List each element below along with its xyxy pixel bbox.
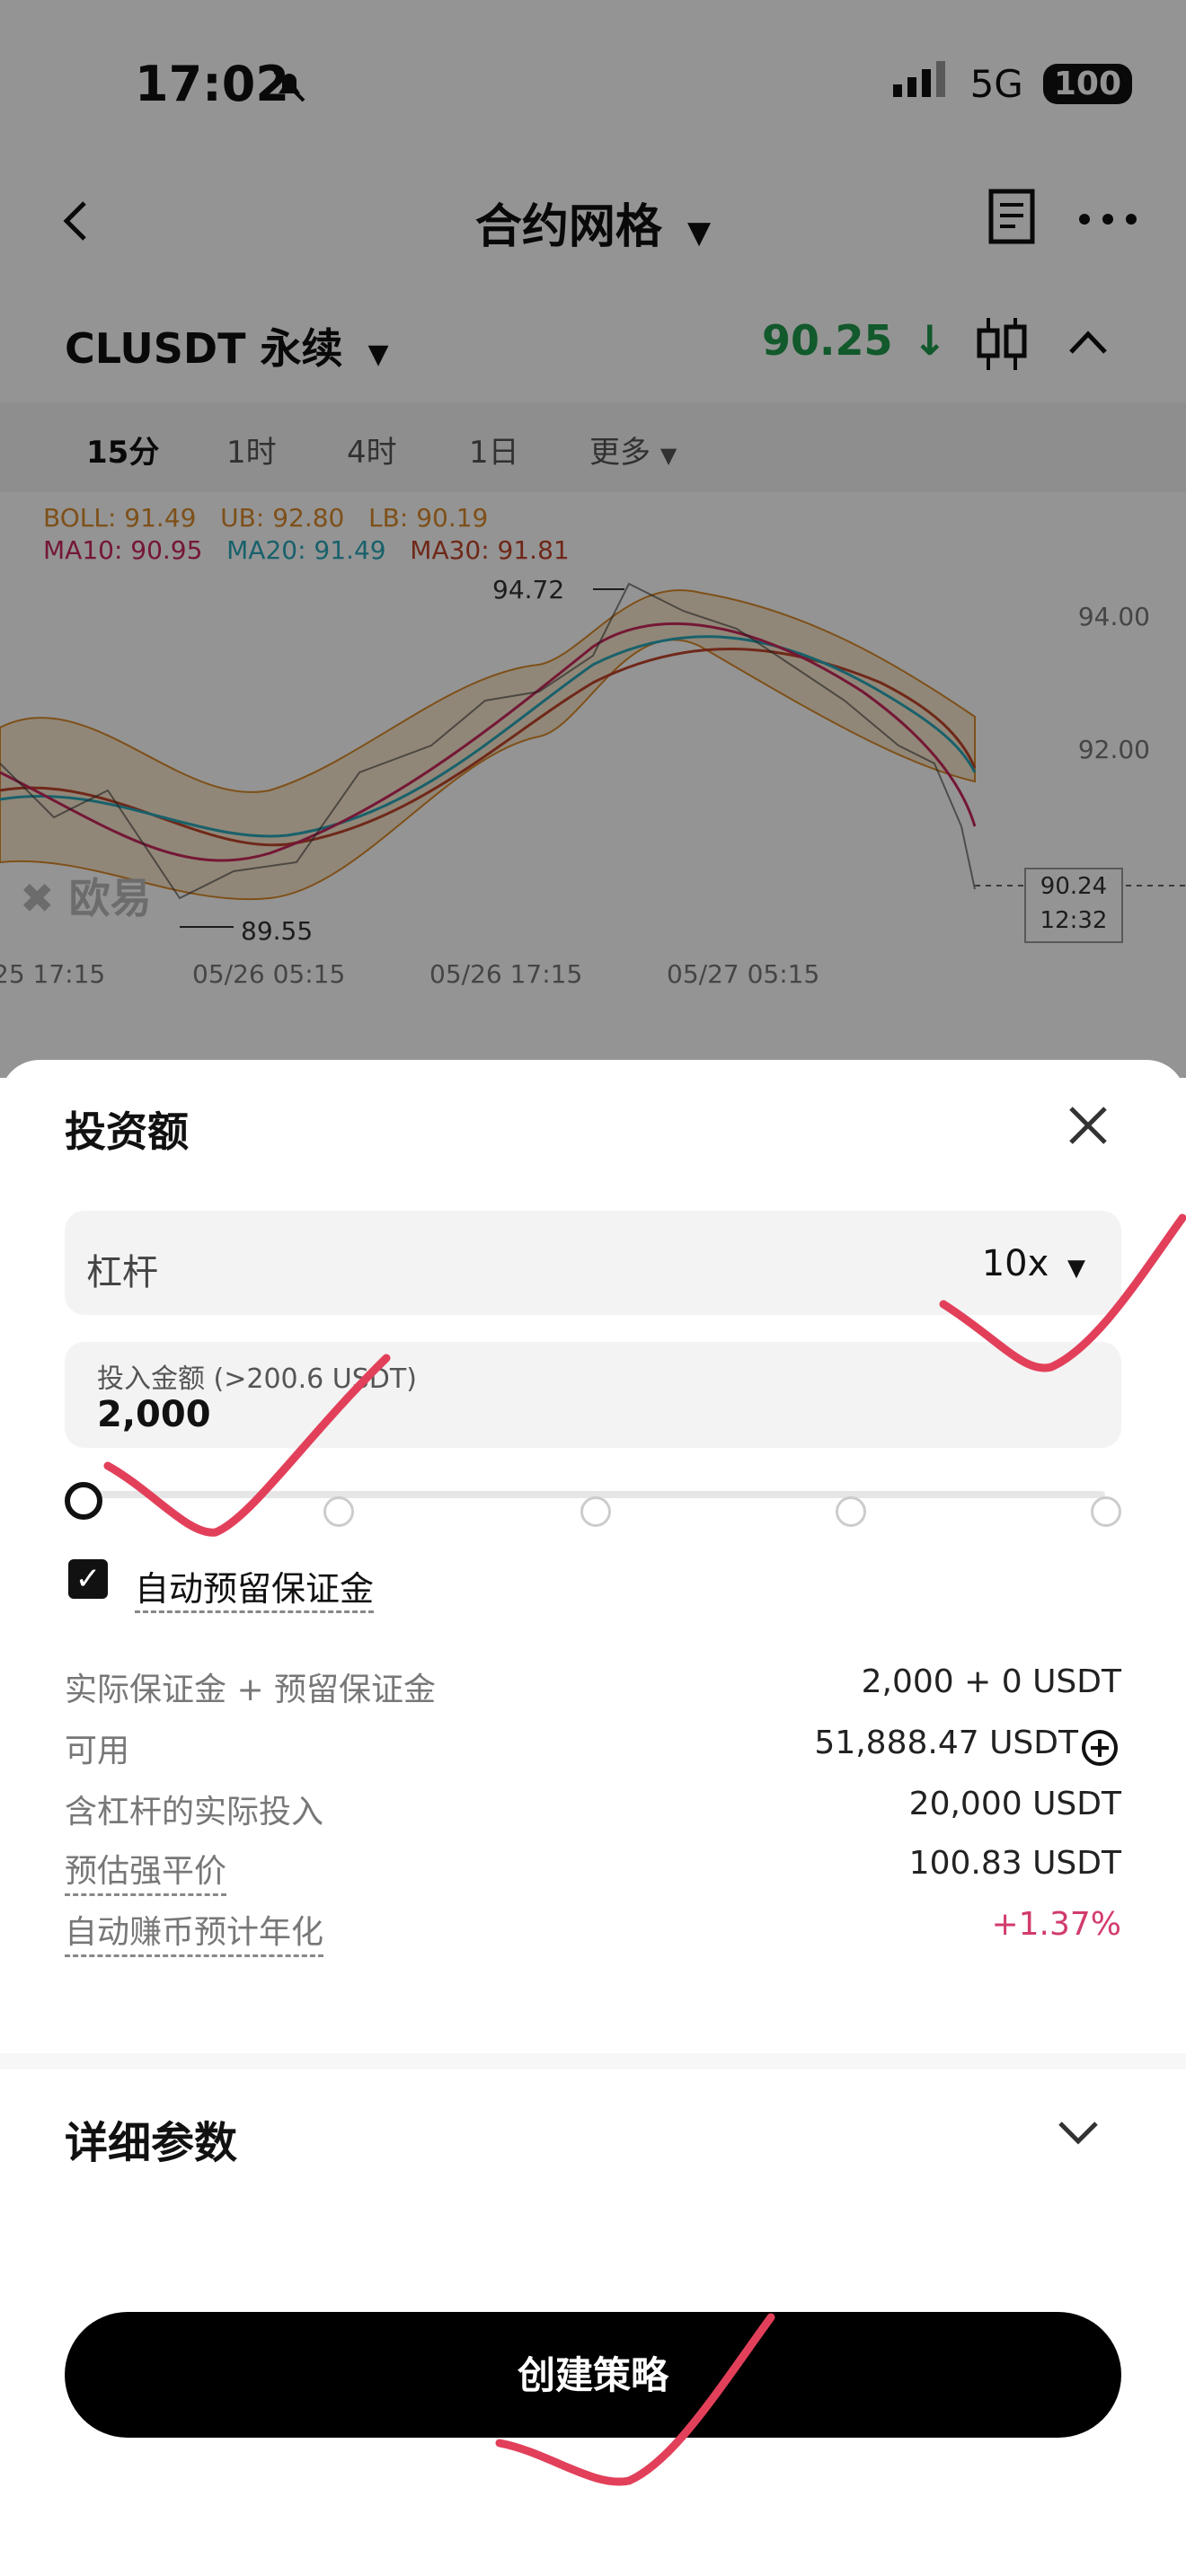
details-toggle[interactable]: 详细参数 [65, 2107, 237, 2170]
row-leveraged-label: 含杠杆的实际投入 [65, 1794, 324, 1831]
row-liq-value: 100.83 USDT [908, 1845, 1121, 1882]
row-apy-label[interactable]: 自动赚币预计年化 [65, 1906, 324, 1957]
leverage-value: 10x ▼ [981, 1243, 1085, 1284]
amount-slider-handle[interactable] [65, 1482, 102, 1520]
row-margin-value: 2,000 + 0 USDT [861, 1663, 1121, 1700]
amount-label: 投入金额 (>200.6 USDT) [97, 1363, 417, 1395]
section-divider [0, 2053, 1186, 2069]
amount-field[interactable]: 投入金额 (>200.6 USDT) 2,000 [65, 1342, 1121, 1448]
create-strategy-button[interactable]: 创建策略 [65, 2312, 1121, 2438]
slider-stop[interactable] [580, 1496, 611, 1527]
check-icon: ✓ [75, 1561, 102, 1597]
row-margin-label: 实际保证金 + 预留保证金 [65, 1672, 437, 1708]
row-available-label: 可用 [65, 1733, 130, 1769]
investment-sheet: 投资额 杠杆 10x ▼ 投入金额 (>200.6 USDT) 2,000 ✓ … [0, 1060, 1186, 2576]
caret-down-icon: ▼ [1067, 1255, 1085, 1282]
slider-stop[interactable] [1091, 1496, 1121, 1527]
amount-input[interactable]: 2,000 [97, 1394, 636, 1435]
slider-stop[interactable] [323, 1496, 354, 1527]
add-circle-icon[interactable] [1080, 1728, 1120, 1771]
auto-margin-checkbox[interactable]: ✓ [68, 1559, 108, 1599]
row-apy-value: +1.37% [991, 1906, 1121, 1943]
auto-margin-label[interactable]: 自动预留保证金 [135, 1561, 375, 1613]
sheet-title: 投资额 [65, 1107, 189, 1156]
close-icon[interactable] [1066, 1103, 1111, 1148]
row-liq-label[interactable]: 预估强平价 [65, 1845, 227, 1896]
modal-backdrop[interactable] [0, 0, 1186, 1078]
leverage-selector[interactable]: 杠杆 10x ▼ [65, 1211, 1121, 1315]
chevron-down-icon[interactable] [1057, 2111, 1100, 2154]
row-leveraged-value: 20,000 USDT [908, 1786, 1121, 1822]
leverage-label: 杠杆 [86, 1252, 158, 1293]
row-available-value: 51,888.47 USDT [814, 1725, 1078, 1761]
slider-stop[interactable] [836, 1496, 866, 1527]
